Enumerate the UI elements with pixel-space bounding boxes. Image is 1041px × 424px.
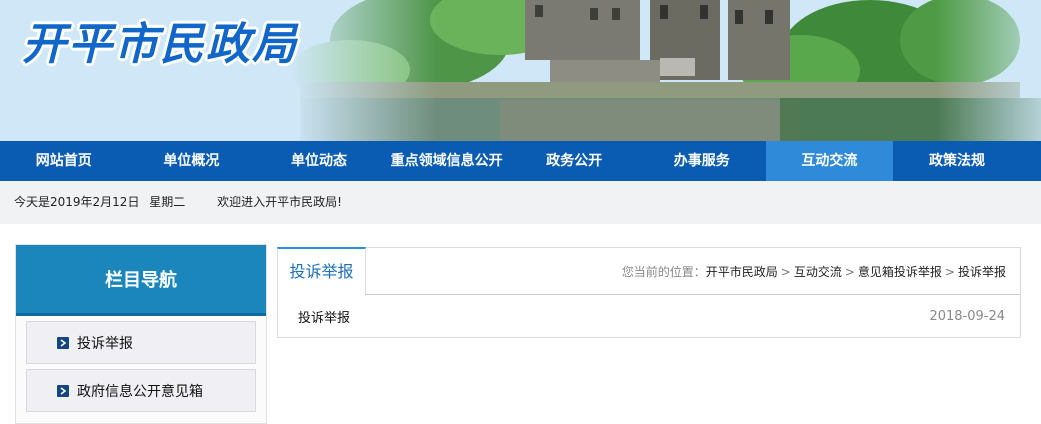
- nav-item-overview[interactable]: 单位概况: [128, 141, 256, 181]
- nav-item-news[interactable]: 单位动态: [255, 141, 383, 181]
- nav-item-home[interactable]: 网站首页: [0, 141, 128, 181]
- list-item-date: 2018-09-24: [929, 308, 1005, 324]
- breadcrumb-separator: >: [780, 265, 791, 279]
- sidebar-item-label: 政府信息公开意见箱: [77, 383, 203, 400]
- chevron-right-icon: [57, 384, 69, 397]
- breadcrumb-link[interactable]: 开平市民政局: [706, 265, 778, 279]
- current-weekday: 星期二: [149, 195, 186, 209]
- content-tab[interactable]: 投诉举报: [277, 247, 366, 296]
- breadcrumb-link[interactable]: 互动交流: [794, 265, 842, 279]
- sidebar-item-feedback-box[interactable]: 政府信息公开意见箱: [26, 369, 256, 412]
- content-header: 投诉举报 您当前的位置：开平市民政局 > 互动交流 > 意见箱投诉举报 > 投诉举报: [277, 247, 1020, 296]
- breadcrumb: 您当前的位置：开平市民政局 > 互动交流 > 意见箱投诉举报 > 投诉举报: [622, 263, 1006, 280]
- content-panel: 投诉举报 您当前的位置：开平市民政局 > 互动交流 > 意见箱投诉举报 > 投诉举报 投诉举…: [277, 247, 1021, 338]
- nav-item-services[interactable]: 办事服务: [638, 141, 766, 181]
- breadcrumb-separator: >: [944, 265, 955, 279]
- nav-item-policies[interactable]: 政策法规: [893, 141, 1021, 181]
- list-item-title[interactable]: 投诉举报: [298, 307, 350, 326]
- site-title: 开平市民政局: [22, 19, 298, 70]
- sidebar-item-label: 投诉举报: [77, 335, 133, 352]
- sidebar-item-complaints[interactable]: 投诉举报: [26, 321, 256, 364]
- chevron-right-icon: [57, 336, 69, 349]
- nav-item-gov-affairs[interactable]: 政务公开: [510, 141, 638, 181]
- breadcrumb-link[interactable]: 意见箱投诉举报: [858, 265, 942, 279]
- breadcrumb-separator: >: [844, 265, 855, 279]
- sidebar-title: 栏目导航: [16, 245, 266, 316]
- date-bar: 今天是2019年2月12日 星期二 欢迎进入开平市民政局!: [0, 181, 1041, 224]
- welcome-message: 欢迎进入开平市民政局!: [217, 195, 342, 209]
- main-nav: 网站首页 单位概况 单位动态 重点领域信息公开 政务公开 办事服务 互动交流 政…: [0, 141, 1041, 181]
- breadcrumb-prefix: 您当前的位置：: [621, 265, 706, 279]
- current-date: 今天是2019年2月12日: [14, 195, 140, 209]
- nav-item-key-info[interactable]: 重点领域信息公开: [383, 141, 511, 181]
- breadcrumb-link[interactable]: 投诉举报: [958, 265, 1006, 279]
- sidebar: 栏目导航 投诉举报 政府信息公开意见箱: [15, 244, 267, 424]
- banner: 开平市民政局: [0, 0, 1041, 141]
- nav-item-interaction[interactable]: 互动交流: [765, 141, 894, 181]
- list-item: 投诉举报 2018-09-24: [278, 295, 1020, 337]
